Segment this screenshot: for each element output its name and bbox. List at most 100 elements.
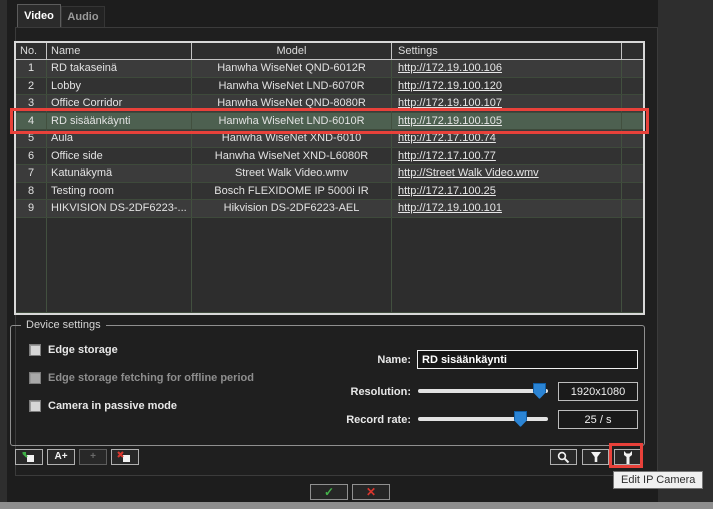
resolution-slider[interactable] bbox=[418, 383, 548, 399]
column-header-settings[interactable]: Settings bbox=[392, 43, 622, 59]
row-name: Testing room bbox=[47, 183, 192, 200]
cancel-x-icon: ✕ bbox=[366, 485, 376, 499]
wrench-icon bbox=[622, 451, 634, 464]
settings-link[interactable]: http://172.17.100.25 bbox=[398, 185, 496, 197]
settings-link[interactable]: http://172.19.100.107 bbox=[398, 97, 502, 109]
tab-video[interactable]: Video bbox=[17, 4, 61, 28]
row-name: HIKVISION DS-2DF6223-... bbox=[47, 200, 192, 217]
group-title: Device settings bbox=[21, 319, 106, 331]
table-row[interactable]: 8 Testing room Bosch FLEXIDOME IP 5000i … bbox=[16, 183, 643, 201]
add-multiple-button[interactable]: A+ bbox=[47, 449, 75, 465]
table-row[interactable]: 7 Katunäkymä Street Walk Video.wmv http:… bbox=[16, 165, 643, 183]
record-rate-label: Record rate: bbox=[311, 414, 411, 426]
row-model: Hanwha WiseNet LND-6070R bbox=[192, 78, 392, 95]
record-rate-value: 25 / s bbox=[558, 410, 638, 429]
filter-icon bbox=[590, 451, 602, 463]
row-settings: http://172.19.100.120 bbox=[392, 78, 622, 95]
row-settings: http://Street Walk Video.wmv bbox=[392, 165, 622, 182]
filter-button[interactable] bbox=[582, 449, 609, 465]
table-row[interactable]: 3 Office Corridor Hanwha WiseNet QND-808… bbox=[16, 95, 643, 113]
row-no: 7 bbox=[16, 165, 47, 182]
column-header-spacer bbox=[622, 43, 643, 59]
table-row[interactable]: 2 Lobby Hanwha WiseNet LND-6070R http://… bbox=[16, 78, 643, 96]
settings-link[interactable]: http://172.19.100.101 bbox=[398, 202, 502, 214]
row-no: 8 bbox=[16, 183, 47, 200]
edge-storage-label: Edge storage bbox=[48, 344, 118, 356]
edge-storage-fetching-row: Edge storage fetching for offline period bbox=[29, 372, 254, 384]
resolution-slider-thumb[interactable] bbox=[533, 383, 546, 399]
record-rate-slider-thumb[interactable] bbox=[514, 411, 527, 427]
name-label: Name: bbox=[311, 354, 411, 366]
tab-audio[interactable]: Audio bbox=[61, 6, 105, 28]
passive-mode-row: Camera in passive mode bbox=[29, 400, 177, 412]
row-model: Bosch FLEXIDOME IP 5000i IR bbox=[192, 183, 392, 200]
settings-link[interactable]: http://172.19.100.106 bbox=[398, 62, 502, 74]
row-name: RD sisäänkäynti bbox=[47, 113, 192, 130]
edge-storage-fetching-checkbox bbox=[29, 372, 41, 384]
search-button[interactable] bbox=[550, 449, 577, 465]
settings-link[interactable]: http://172.17.100.74 bbox=[398, 132, 496, 144]
row-name: Lobby bbox=[47, 78, 192, 95]
remove-device-button[interactable] bbox=[111, 449, 139, 465]
column-header-model[interactable]: Model bbox=[192, 43, 392, 59]
edit-ip-camera-button[interactable] bbox=[614, 449, 641, 465]
table-row-selected[interactable]: 4 RD sisäänkäynti Hanwha WiseNet LND-601… bbox=[16, 113, 643, 131]
edge-storage-fetching-label: Edge storage fetching for offline period bbox=[48, 372, 254, 384]
row-spacer bbox=[622, 78, 643, 95]
ok-check-icon: ✓ bbox=[324, 485, 334, 499]
table-empty-area bbox=[16, 218, 643, 314]
device-settings-group: Device settings Edge storage Edge storag… bbox=[10, 325, 645, 446]
row-name: Katunäkymä bbox=[47, 165, 192, 182]
camera-table: No. Name Model Settings 1 RD takaseinä H… bbox=[14, 41, 645, 315]
bottom-strip bbox=[0, 502, 713, 509]
table-row[interactable]: 5 Aula Hanwha WiseNet XND-6010 http://17… bbox=[16, 130, 643, 148]
passive-mode-checkbox[interactable] bbox=[29, 400, 41, 412]
ok-button[interactable]: ✓ bbox=[310, 484, 348, 500]
row-no: 5 bbox=[16, 130, 47, 147]
row-settings: http://172.17.100.77 bbox=[392, 148, 622, 165]
row-name: Office Corridor bbox=[47, 95, 192, 112]
row-model: Hanwha WiseNet QND-8080R bbox=[192, 95, 392, 112]
row-settings: http://172.19.100.105 bbox=[392, 113, 622, 130]
edge-storage-checkbox[interactable] bbox=[29, 344, 41, 356]
table-header: No. Name Model Settings bbox=[16, 43, 643, 60]
passive-mode-label: Camera in passive mode bbox=[48, 400, 177, 412]
row-no: 6 bbox=[16, 148, 47, 165]
row-spacer bbox=[622, 200, 643, 217]
table-row[interactable]: 6 Office side Hanwha WiseNet XND-L6080R … bbox=[16, 148, 643, 166]
record-rate-slider[interactable] bbox=[418, 411, 548, 427]
row-model: Hanwha WiseNet QND-6012R bbox=[192, 60, 392, 77]
column-header-name[interactable]: Name bbox=[47, 43, 192, 59]
resolution-value: 1920x1080 bbox=[558, 382, 638, 401]
row-model: Hikvision DS-2DF6223-AEL bbox=[192, 200, 392, 217]
row-name: Office side bbox=[47, 148, 192, 165]
row-spacer bbox=[622, 165, 643, 182]
row-no: 1 bbox=[16, 60, 47, 77]
row-spacer bbox=[622, 95, 643, 112]
row-model: Hanwha WiseNet XND-L6080R bbox=[192, 148, 392, 165]
settings-link[interactable]: http://Street Walk Video.wmv bbox=[398, 167, 539, 179]
row-spacer bbox=[622, 183, 643, 200]
edit-ip-camera-tooltip: Edit IP Camera bbox=[613, 471, 703, 489]
add-button-disabled: + bbox=[79, 449, 107, 465]
row-settings: http://172.19.100.106 bbox=[392, 60, 622, 77]
settings-link[interactable]: http://172.19.100.120 bbox=[398, 80, 502, 92]
table-row[interactable]: 9 HIKVISION DS-2DF6223-... Hikvision DS-… bbox=[16, 200, 643, 218]
row-settings: http://172.19.100.107 bbox=[392, 95, 622, 112]
column-header-no[interactable]: No. bbox=[16, 43, 47, 59]
settings-link[interactable]: http://172.17.100.77 bbox=[398, 150, 496, 162]
row-model: Hanwha WiseNet XND-6010 bbox=[192, 130, 392, 147]
row-settings: http://172.19.100.101 bbox=[392, 200, 622, 217]
resolution-slider-track bbox=[418, 389, 548, 393]
table-row[interactable]: 1 RD takaseinä Hanwha WiseNet QND-6012R … bbox=[16, 60, 643, 78]
cancel-button[interactable]: ✕ bbox=[352, 484, 390, 500]
camera-name-input[interactable] bbox=[417, 350, 638, 369]
record-rate-slider-track bbox=[418, 417, 548, 421]
settings-link[interactable]: http://172.19.100.105 bbox=[398, 115, 502, 127]
plus-icon: + bbox=[90, 452, 96, 462]
add-device-button[interactable] bbox=[15, 449, 43, 465]
row-spacer bbox=[622, 60, 643, 77]
row-model: Hanwha WiseNet LND-6010R bbox=[192, 113, 392, 130]
row-no: 9 bbox=[16, 200, 47, 217]
row-settings: http://172.17.100.74 bbox=[392, 130, 622, 147]
